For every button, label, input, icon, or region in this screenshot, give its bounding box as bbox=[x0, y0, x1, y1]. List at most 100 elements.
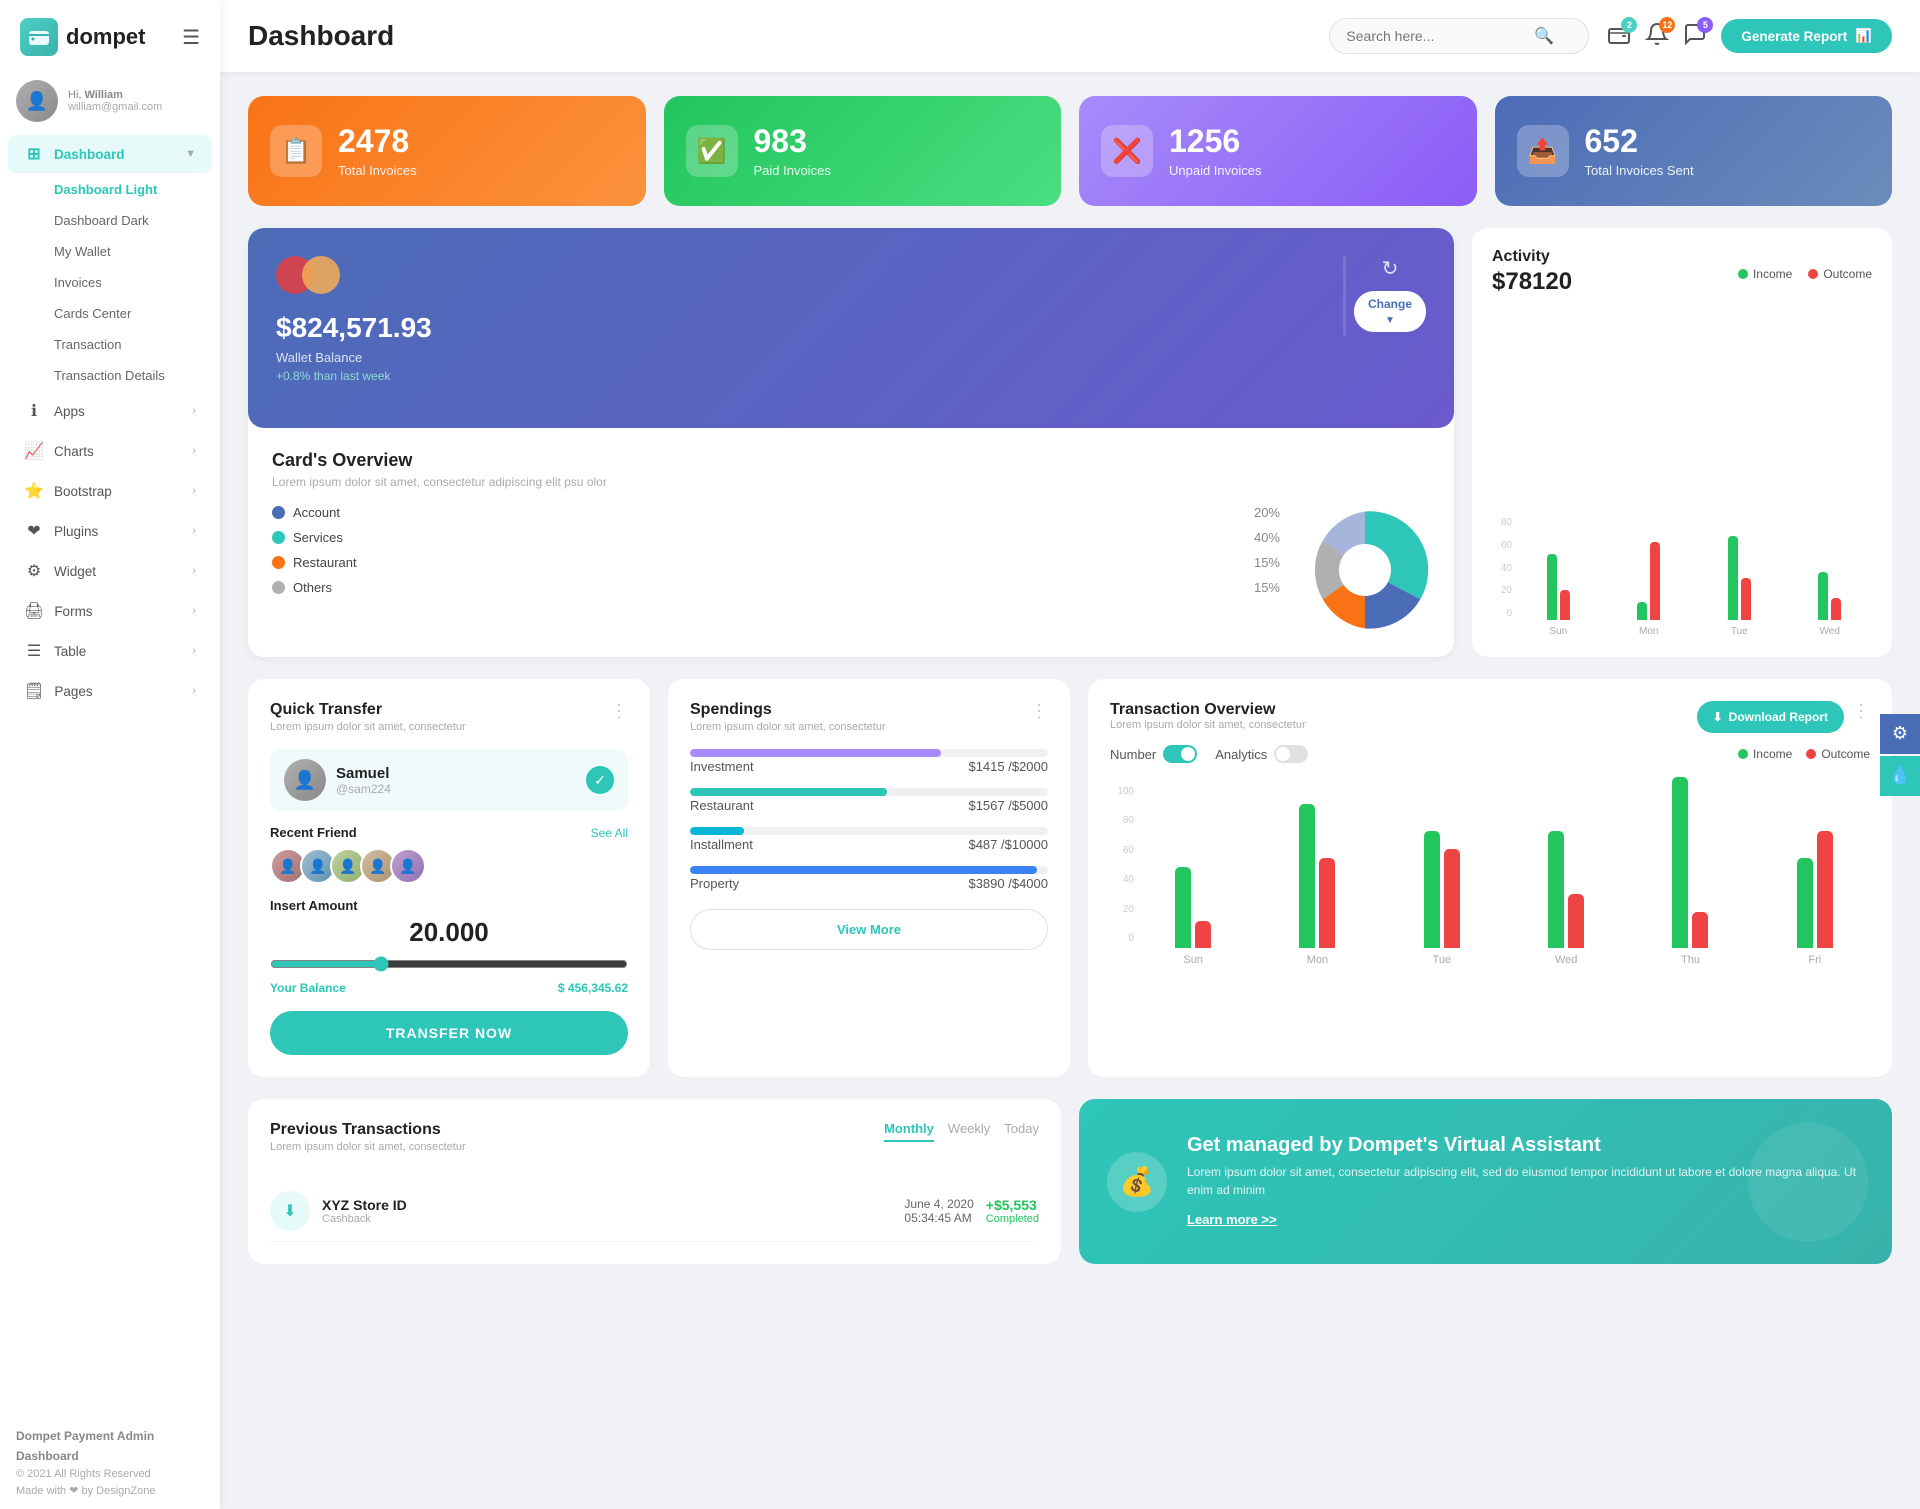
toggle-analytics: Analytics bbox=[1215, 745, 1308, 763]
sidebar-item-forms[interactable]: 🖨 Forms › bbox=[8, 592, 212, 630]
plugins-icon: ❤ bbox=[24, 521, 44, 541]
sidebar-item-transaction-details[interactable]: Transaction Details bbox=[8, 361, 212, 390]
trans-type: Cashback bbox=[322, 1213, 892, 1225]
unpaid-invoices-icon: ❌ bbox=[1101, 125, 1153, 177]
sidebar-label-dashboard: Dashboard bbox=[54, 147, 125, 162]
spending-installment: Installment $487 /$10000 bbox=[690, 827, 1048, 852]
sidebar-item-dashboard-dark[interactable]: Dashboard Dark bbox=[8, 206, 212, 235]
sidebar-item-bootstrap[interactable]: ⭐ Bootstrap › bbox=[8, 472, 212, 510]
transaction-overview-panel: Transaction Overview Lorem ipsum dolor s… bbox=[1088, 679, 1892, 1077]
sidebar-item-dashboard[interactable]: ⊞ Dashboard ▼ bbox=[8, 135, 212, 173]
va-learn-more-link[interactable]: Learn more >> bbox=[1187, 1212, 1277, 1227]
trans-name: XYZ Store ID bbox=[322, 1197, 892, 1213]
to-income-legend: Income bbox=[1753, 747, 1792, 761]
sidebar-item-table[interactable]: ☰ Table › bbox=[8, 632, 212, 670]
stat-card-unpaid-invoices: ❌ 1256 Unpaid Invoices bbox=[1079, 96, 1477, 206]
amount-slider[interactable] bbox=[270, 956, 628, 972]
sidebar-item-charts[interactable]: 📈 Charts › bbox=[8, 432, 212, 470]
activity-legend: Income Outcome bbox=[1738, 267, 1872, 281]
tab-monthly[interactable]: Monthly bbox=[884, 1121, 934, 1142]
sidebar: dompet ☰ 👤 Hi, William william@gmail.com… bbox=[0, 0, 220, 1509]
chat-badge: 5 bbox=[1697, 17, 1713, 33]
bar-group-mon: Mon bbox=[1607, 542, 1692, 637]
quick-transfer-subtitle: Lorem ipsum dolor sit amet, consectetur bbox=[270, 721, 602, 733]
view-more-button[interactable]: View More bbox=[690, 909, 1048, 950]
chevron-right-icon2: › bbox=[192, 445, 196, 457]
search-input[interactable] bbox=[1346, 28, 1526, 44]
amount-display: 20.000 bbox=[270, 917, 628, 948]
analytics-toggle-switch[interactable] bbox=[1274, 745, 1308, 763]
search-box[interactable]: 🔍 bbox=[1329, 18, 1589, 54]
to-title: Transaction Overview bbox=[1110, 701, 1697, 719]
transfer-now-button[interactable]: TRANSFER NOW bbox=[270, 1011, 628, 1055]
sidebar-item-dashboard-light[interactable]: Dashboard Light bbox=[8, 175, 212, 204]
spendings-title: Spendings bbox=[690, 701, 1022, 719]
chat-icon-badge[interactable]: 5 bbox=[1683, 22, 1707, 51]
sidebar-item-transaction[interactable]: Transaction bbox=[8, 330, 212, 359]
stat-cards: 📋 2478 Total Invoices ✅ 983 Paid Invoice… bbox=[248, 96, 1892, 206]
activity-amount: $78120 bbox=[1492, 268, 1572, 296]
virtual-assistant-banner: 💰 Get managed by Dompet's Virtual Assist… bbox=[1079, 1099, 1892, 1264]
to-menu-icon[interactable]: ⋮ bbox=[1852, 701, 1870, 722]
sidebar-item-invoices[interactable]: Invoices bbox=[8, 268, 212, 297]
table-icon: ☰ bbox=[24, 641, 44, 661]
trans-status: Completed bbox=[986, 1213, 1039, 1225]
sidebar-logo: dompet ☰ bbox=[0, 0, 220, 70]
va-icon: 💰 bbox=[1107, 1152, 1167, 1212]
settings-button[interactable]: ⚙ bbox=[1880, 714, 1920, 754]
see-all-link[interactable]: See All bbox=[591, 826, 628, 840]
big-bar-wed: Wed bbox=[1511, 831, 1621, 966]
header-actions: 2 12 5 Generate Report 📊 bbox=[1607, 19, 1892, 53]
restaurant-dot bbox=[272, 556, 285, 569]
sidebar-label-pages: Pages bbox=[54, 684, 92, 699]
to-subtitle: Lorem ipsum dolor sit amet, consectetur bbox=[1110, 719, 1697, 731]
tab-weekly[interactable]: Weekly bbox=[948, 1121, 990, 1142]
pages-icon: 🗒 bbox=[24, 681, 44, 701]
transaction-item: ⬇ XYZ Store ID Cashback June 4, 2020 05:… bbox=[270, 1181, 1039, 1242]
generate-report-button[interactable]: Generate Report 📊 bbox=[1721, 19, 1892, 53]
footer-made: Made with ❤ by DesignZone bbox=[16, 1483, 204, 1501]
number-toggle-switch[interactable] bbox=[1163, 745, 1197, 763]
wallet-icon-badge[interactable]: 2 bbox=[1607, 22, 1631, 51]
paid-invoices-value: 983 bbox=[754, 124, 831, 159]
bar-chart-icon: 📊 bbox=[1855, 28, 1872, 44]
chevron-right-icon3: › bbox=[192, 485, 196, 497]
chevron-down-icon-change: ▼ bbox=[1385, 315, 1395, 326]
bell-icon-badge[interactable]: 12 bbox=[1645, 22, 1669, 51]
activity-panel: Activity $78120 Income Outcome bbox=[1472, 228, 1892, 657]
to-outcome-legend: Outcome bbox=[1821, 747, 1870, 761]
hamburger-icon[interactable]: ☰ bbox=[182, 25, 200, 50]
download-report-button[interactable]: ⬇ Download Report bbox=[1697, 701, 1844, 733]
tab-today[interactable]: Today bbox=[1004, 1121, 1039, 1142]
bootstrap-icon: ⭐ bbox=[24, 481, 44, 501]
quick-transfer-menu-icon[interactable]: ⋮ bbox=[610, 701, 628, 722]
overview-item-account: Account 20% bbox=[272, 505, 1280, 520]
widget-icon: ⚙ bbox=[24, 561, 44, 581]
bottom-row: Quick Transfer Lorem ipsum dolor sit ame… bbox=[248, 679, 1892, 1077]
previous-transactions-panel: Previous Transactions Lorem ipsum dolor … bbox=[248, 1099, 1061, 1264]
overview-item-others: Others 15% bbox=[272, 580, 1280, 595]
sidebar-item-plugins[interactable]: ❤ Plugins › bbox=[8, 512, 212, 550]
logo-icon bbox=[20, 18, 58, 56]
spendings-menu-icon[interactable]: ⋮ bbox=[1030, 701, 1048, 722]
contact-check-icon[interactable]: ✓ bbox=[586, 766, 614, 794]
friend-avatar-5: 👤 bbox=[390, 848, 426, 884]
mid-row: $824,571.93 Wallet Balance +0.8% than la… bbox=[248, 228, 1892, 657]
sidebar-label-table: Table bbox=[54, 644, 86, 659]
color-palette-button[interactable]: 💧 bbox=[1880, 756, 1920, 796]
paid-invoices-label: Paid Invoices bbox=[754, 163, 831, 178]
paid-invoices-icon: ✅ bbox=[686, 125, 738, 177]
sidebar-item-widget[interactable]: ⚙ Widget › bbox=[8, 552, 212, 590]
big-bar-fri: Fri bbox=[1760, 831, 1870, 966]
quick-transfer-title: Quick Transfer bbox=[270, 701, 602, 719]
change-button[interactable]: Change ▼ bbox=[1354, 291, 1426, 332]
wallet-label: Wallet Balance bbox=[276, 350, 1335, 365]
wallet-overview-panel: $824,571.93 Wallet Balance +0.8% than la… bbox=[248, 228, 1454, 657]
sidebar-item-cards-center[interactable]: Cards Center bbox=[8, 299, 212, 328]
total-invoices-label: Total Invoices bbox=[338, 163, 417, 178]
chevron-right-icon8: › bbox=[192, 685, 196, 697]
sidebar-item-my-wallet[interactable]: My Wallet bbox=[8, 237, 212, 266]
sidebar-item-apps[interactable]: ℹ Apps › bbox=[8, 392, 212, 430]
sidebar-item-pages[interactable]: 🗒 Pages › bbox=[8, 672, 212, 710]
big-bar-mon: Mon bbox=[1262, 804, 1372, 966]
